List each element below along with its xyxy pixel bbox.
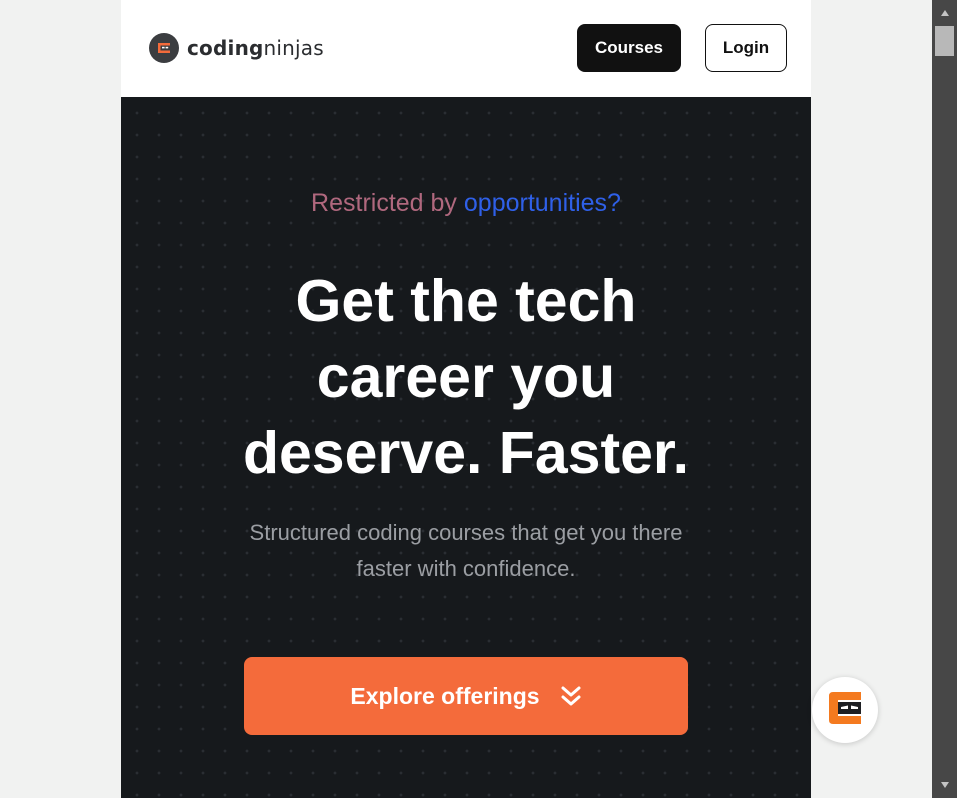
double-chevron-down-icon <box>560 685 582 707</box>
explore-offerings-label: Explore offerings <box>350 682 540 709</box>
subtitle-line-1: Structured coding courses that get you t… <box>249 520 683 545</box>
tagline-part-1: Restricted by <box>311 189 457 217</box>
scrollbar-thumb[interactable] <box>935 26 954 56</box>
vertical-scrollbar[interactable] <box>932 0 957 798</box>
brand-logo[interactable]: codingninjas <box>149 33 324 63</box>
scroll-down-arrow-icon[interactable] <box>932 772 957 798</box>
page: codingninjas Courses Login Restricted by… <box>121 0 811 798</box>
courses-button[interactable]: Courses <box>577 24 681 72</box>
ninja-logo-icon <box>825 688 865 732</box>
coding-ninjas-logo-icon <box>149 33 179 63</box>
chat-widget-button[interactable] <box>812 677 878 743</box>
explore-offerings-button[interactable]: Explore offerings <box>244 657 688 735</box>
brand-name-light: ninjas <box>263 36 324 60</box>
hero-section: Restricted by opportunities? Get the tec… <box>121 97 811 798</box>
brand-name: codingninjas <box>187 36 324 60</box>
headline-line-3: deserve. Faster. <box>242 420 690 486</box>
hero-tagline: Restricted by opportunities? <box>121 189 811 218</box>
headline-line-2: career you <box>316 344 616 410</box>
scroll-up-arrow-icon[interactable] <box>932 0 957 26</box>
hero-subtitle: Structured coding courses that get you t… <box>121 515 811 587</box>
subtitle-line-2: faster with confidence. <box>356 556 576 581</box>
site-header: codingninjas Courses Login <box>121 0 811 97</box>
brand-name-bold: coding <box>187 36 264 60</box>
login-button[interactable]: Login <box>705 24 787 72</box>
headline-line-1: Get the tech <box>295 268 637 334</box>
hero-headline: Get the tech career you deserve. Faster. <box>121 263 811 491</box>
tagline-part-2: opportunities? <box>463 189 621 217</box>
